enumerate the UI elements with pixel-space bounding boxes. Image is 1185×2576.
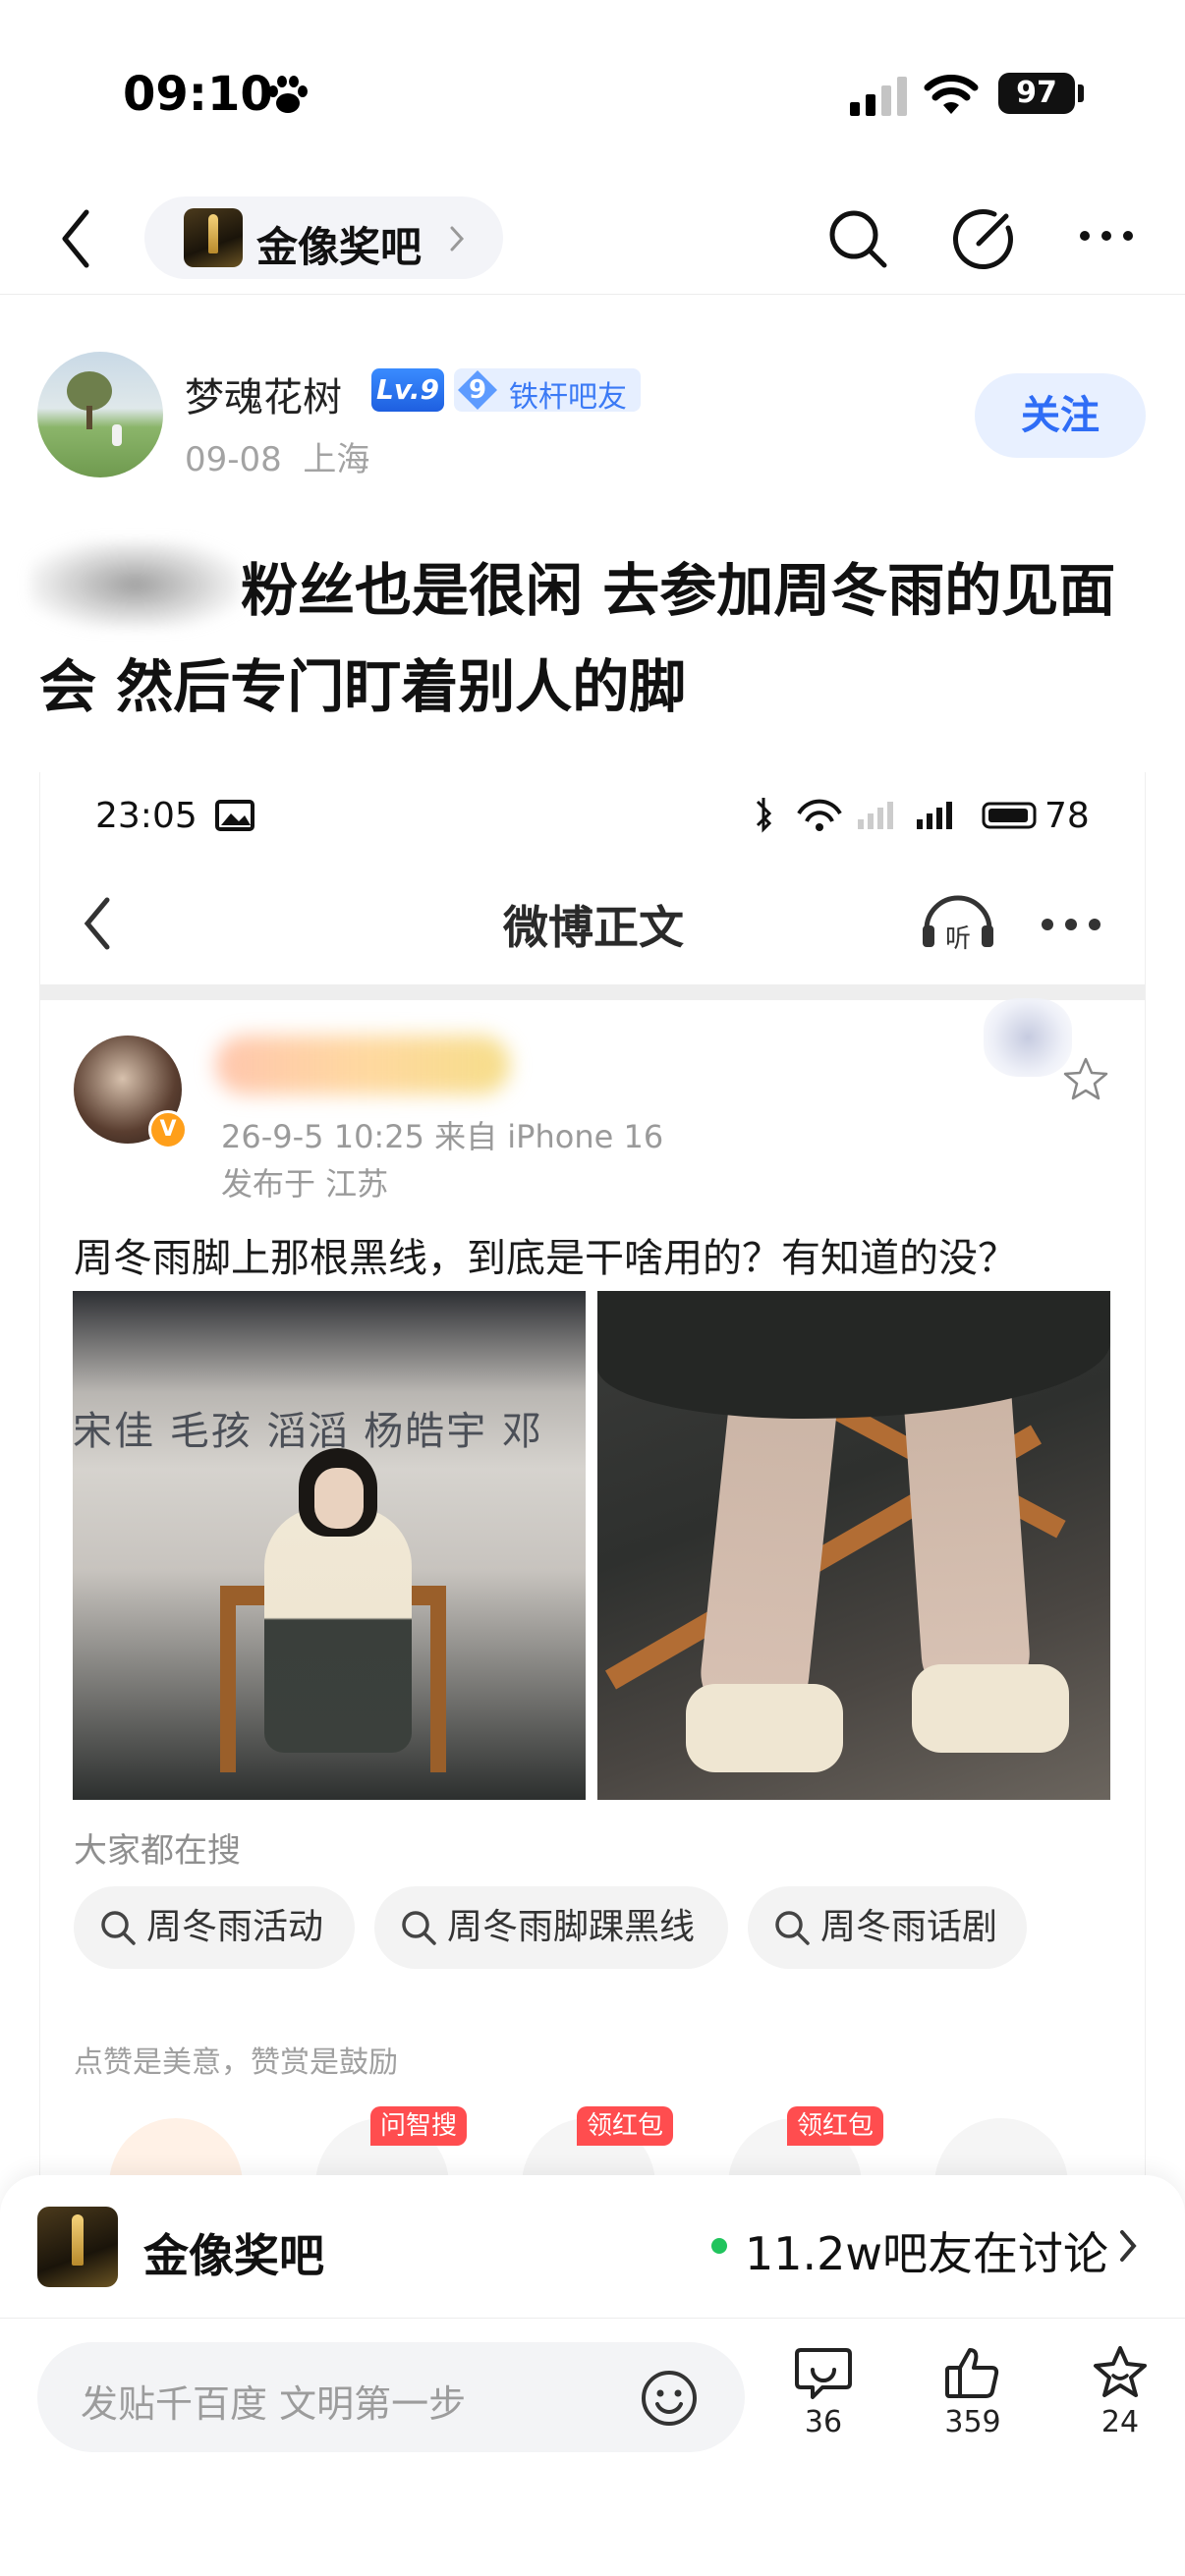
chevron-right-icon (450, 226, 465, 252)
battery-tip (1078, 84, 1084, 102)
search-chip-label: 周冬雨活动 (146, 1907, 324, 1947)
search-chip: 周冬雨话剧 (748, 1886, 1027, 1969)
status-time: 09:10 (123, 67, 273, 122)
online-dot (711, 2238, 727, 2254)
embedded-location: 发布于 江苏 (221, 1165, 389, 1203)
reward-note: 点赞是美意，赞赏是鼓励 (74, 2045, 398, 2080)
star-icon (1063, 1057, 1108, 1100)
search-icon (775, 1911, 810, 1945)
battery-indicator: 97 (998, 73, 1075, 114)
bottom-input-bar: 发贴千百度 文明第一步 36 359 24 (0, 2319, 1185, 2576)
edit-icon[interactable] (951, 206, 1016, 271)
back-icon[interactable] (57, 204, 96, 273)
photo-stage: 宋佳 毛孩 滔滔 杨皓宇 邓 (73, 1291, 586, 1800)
follow-button[interactable]: 关注 (975, 373, 1146, 458)
favorite-button[interactable]: 24 (1061, 2344, 1179, 2452)
more-icon[interactable] (1077, 226, 1136, 246)
post-meta: 09-08 上海 (185, 432, 369, 480)
author-name[interactable]: 梦魂花树 (185, 365, 342, 422)
wifi-icon (924, 75, 979, 114)
member-title: 铁杆吧友 (509, 380, 627, 415)
redacted-username (215, 1036, 510, 1094)
search-chip: 周冬雨活动 (74, 1886, 355, 1969)
favorite-icon (1094, 2346, 1147, 2397)
favorite-count: 24 (1100, 2405, 1140, 2439)
comment-button[interactable]: 36 (764, 2344, 882, 2452)
comment-count: 36 (804, 2405, 843, 2439)
forum-banner[interactable]: 金像奖吧 11.2w吧友在讨论 (0, 2175, 1185, 2319)
status-bar: 09:10 97 (0, 0, 1185, 187)
embedded-nav: 微博正文 听 (40, 867, 1145, 984)
member-badge: 9 铁杆吧友 (454, 368, 641, 415)
emoji-icon[interactable] (639, 2368, 700, 2429)
member-level-number: 9 (458, 370, 497, 410)
search-chip: 周冬雨脚踝黑线 (374, 1886, 728, 1969)
forum-chip[interactable]: 金像奖吧 (144, 196, 503, 279)
online-count: 11.2w吧友在讨论 (745, 2227, 1109, 2280)
reward-tag: 领红包 (577, 2106, 674, 2146)
photo-feet (597, 1291, 1110, 1800)
author-avatar[interactable] (37, 352, 163, 477)
search-chip-label: 周冬雨脚踝黑线 (447, 1907, 696, 1947)
listen-icon: 听 (923, 895, 993, 953)
embedded-status-time: 23:05 (95, 796, 198, 836)
search-icon[interactable] (825, 206, 890, 271)
embedded-meta: 26-9-5 10:25 来自 iPhone 16 (221, 1118, 664, 1155)
post-location: 上海 (303, 440, 370, 479)
nav-bar: 金像奖吧 (0, 187, 1185, 295)
signal-icon (850, 77, 907, 116)
reward-tag: 问智搜 (370, 2106, 468, 2146)
banner-forum-name: 金像奖吧 (143, 2229, 324, 2282)
reply-placeholder: 发贴千百度 文明第一步 (81, 2382, 467, 2426)
embedded-status-icons (756, 798, 1037, 833)
photo-banner-text: 宋佳 毛孩 滔滔 杨皓宇 邓 (73, 1409, 543, 1454)
search-heading: 大家都在搜 (74, 1831, 241, 1871)
embedded-battery: 78 (1044, 796, 1090, 836)
reply-input[interactable]: 发贴千百度 文明第一步 (37, 2342, 745, 2452)
paw-icon (268, 76, 308, 113)
embedded-post-text: 周冬雨脚上那根黑线，到底是干啥用的？有知道的没？ (74, 1236, 1017, 1281)
like-button[interactable]: 359 (914, 2344, 1032, 2452)
image-icon (215, 800, 254, 831)
sticker-decoration (984, 998, 1072, 1077)
search-chip-label: 周冬雨话剧 (820, 1907, 998, 1947)
search-icon (101, 1911, 136, 1945)
search-icon (402, 1911, 436, 1945)
listen-label: 听 (945, 924, 971, 953)
level-badge: Lv.9 (371, 368, 444, 412)
divider (40, 984, 1145, 1000)
embedded-screenshot[interactable]: 23:05 78 微博正文 听 V 26-9-5 10:25 来自 iPhone… (39, 772, 1146, 2187)
comment-icon (795, 2348, 852, 2399)
like-icon (945, 2348, 999, 2398)
forum-logo (184, 208, 243, 267)
post-date: 09-08 (185, 440, 282, 479)
forum-logo (37, 2207, 118, 2287)
reward-tag: 领红包 (787, 2106, 884, 2146)
forum-name: 金像奖吧 (256, 223, 423, 271)
chevron-right-icon (1120, 2230, 1137, 2262)
redacted-blur (29, 540, 241, 629)
like-count: 359 (944, 2405, 1001, 2439)
more-icon (1042, 919, 1100, 930)
verified-badge: V (148, 1110, 188, 1149)
